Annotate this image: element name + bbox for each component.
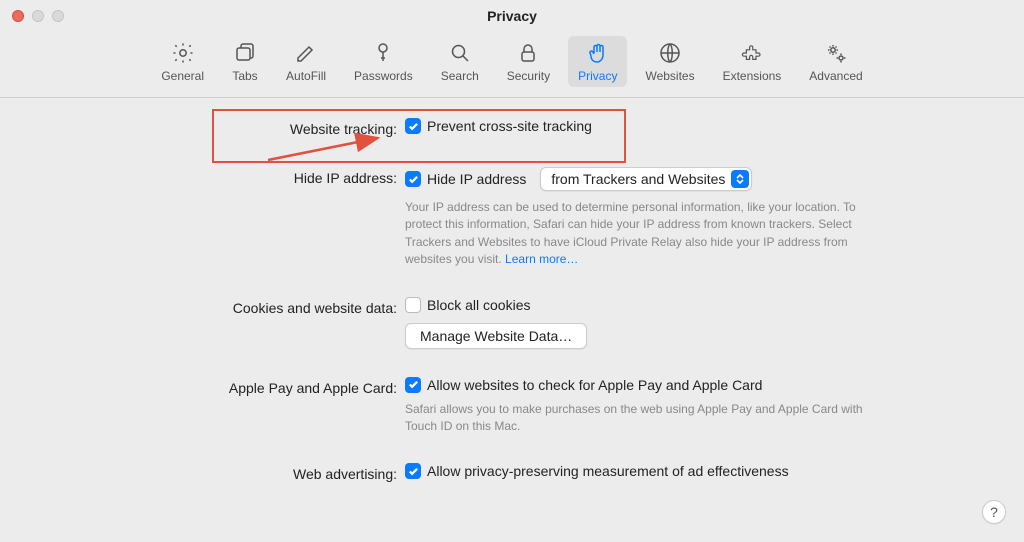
toolbar-label: Websites	[645, 69, 694, 83]
toolbar-label: Tabs	[232, 69, 257, 83]
hide-ip-label: Hide IP address:	[40, 167, 405, 188]
apple-pay-row: Apple Pay and Apple Card: Allow websites…	[40, 377, 984, 436]
toolbar-websites[interactable]: Websites	[635, 36, 704, 87]
search-icon	[447, 40, 473, 66]
gear-icon	[170, 40, 196, 66]
manage-website-data-button[interactable]: Manage Website Data…	[405, 323, 587, 349]
toolbar-tabs[interactable]: Tabs	[222, 36, 268, 87]
toolbar-autofill[interactable]: AutoFill	[276, 36, 336, 87]
privacy-pane: Website tracking: Prevent cross-site tra…	[0, 98, 1024, 510]
lock-icon	[515, 40, 541, 66]
apple-pay-description: Safari allows you to make purchases on t…	[405, 401, 875, 436]
block-all-cookies-checkbox[interactable]	[405, 297, 421, 313]
web-advertising-checkbox-label: Allow privacy-preserving measurement of …	[427, 463, 789, 479]
puzzle-icon	[739, 40, 765, 66]
window-title: Privacy	[0, 8, 1024, 24]
web-advertising-checkbox[interactable]	[405, 463, 421, 479]
cookies-row: Cookies and website data: Block all cook…	[40, 297, 984, 349]
zoom-window-button	[52, 10, 64, 22]
hide-ip-description: Your IP address can be used to determine…	[405, 199, 875, 269]
tabs-icon	[232, 40, 258, 66]
hide-ip-scope-select[interactable]: from Trackers and Websites	[540, 167, 752, 191]
apple-pay-label: Apple Pay and Apple Card:	[40, 377, 405, 398]
prevent-cross-site-tracking-checkbox[interactable]	[405, 118, 421, 134]
hide-ip-checkbox[interactable]	[405, 171, 421, 187]
toolbar-security[interactable]: Security	[497, 36, 560, 87]
toolbar-label: General	[161, 69, 204, 83]
cookies-label: Cookies and website data:	[40, 297, 405, 318]
help-button[interactable]: ?	[982, 500, 1006, 524]
web-advertising-label: Web advertising:	[40, 463, 405, 484]
globe-icon	[657, 40, 683, 66]
toolbar-search[interactable]: Search	[431, 36, 489, 87]
toolbar-label: Privacy	[578, 69, 617, 83]
key-icon	[370, 40, 396, 66]
minimize-window-button	[32, 10, 44, 22]
select-value: from Trackers and Websites	[551, 171, 725, 187]
window-controls	[12, 10, 64, 22]
apple-pay-checkbox[interactable]	[405, 377, 421, 393]
pencil-icon	[293, 40, 319, 66]
toolbar-general[interactable]: General	[151, 36, 214, 87]
toolbar-advanced[interactable]: Advanced	[799, 36, 872, 87]
toolbar-extensions[interactable]: Extensions	[713, 36, 792, 87]
toolbar-privacy[interactable]: Privacy	[568, 36, 627, 87]
titlebar: Privacy	[0, 0, 1024, 32]
hand-icon	[585, 40, 611, 66]
hide-ip-checkbox-label: Hide IP address	[427, 171, 526, 187]
close-window-button[interactable]	[12, 10, 24, 22]
prevent-cross-site-tracking-label: Prevent cross-site tracking	[427, 118, 592, 134]
website-tracking-row: Website tracking: Prevent cross-site tra…	[40, 118, 984, 139]
toolbar-label: AutoFill	[286, 69, 326, 83]
toolbar-label: Extensions	[723, 69, 782, 83]
learn-more-link[interactable]: Learn more…	[505, 252, 578, 266]
web-advertising-row: Web advertising: Allow privacy-preservin…	[40, 463, 984, 484]
website-tracking-label: Website tracking:	[40, 118, 405, 139]
toolbar-label: Search	[441, 69, 479, 83]
toolbar-label: Passwords	[354, 69, 413, 83]
block-all-cookies-label: Block all cookies	[427, 297, 531, 313]
toolbar-label: Security	[507, 69, 550, 83]
toolbar-label: Advanced	[809, 69, 862, 83]
gears-icon	[823, 40, 849, 66]
apple-pay-checkbox-label: Allow websites to check for Apple Pay an…	[427, 377, 762, 393]
hide-ip-row: Hide IP address: Hide IP address from Tr…	[40, 167, 984, 269]
toolbar-passwords[interactable]: Passwords	[344, 36, 423, 87]
preferences-toolbar: General Tabs AutoFill Passwords Search S…	[0, 32, 1024, 98]
chevron-updown-icon	[731, 170, 749, 188]
